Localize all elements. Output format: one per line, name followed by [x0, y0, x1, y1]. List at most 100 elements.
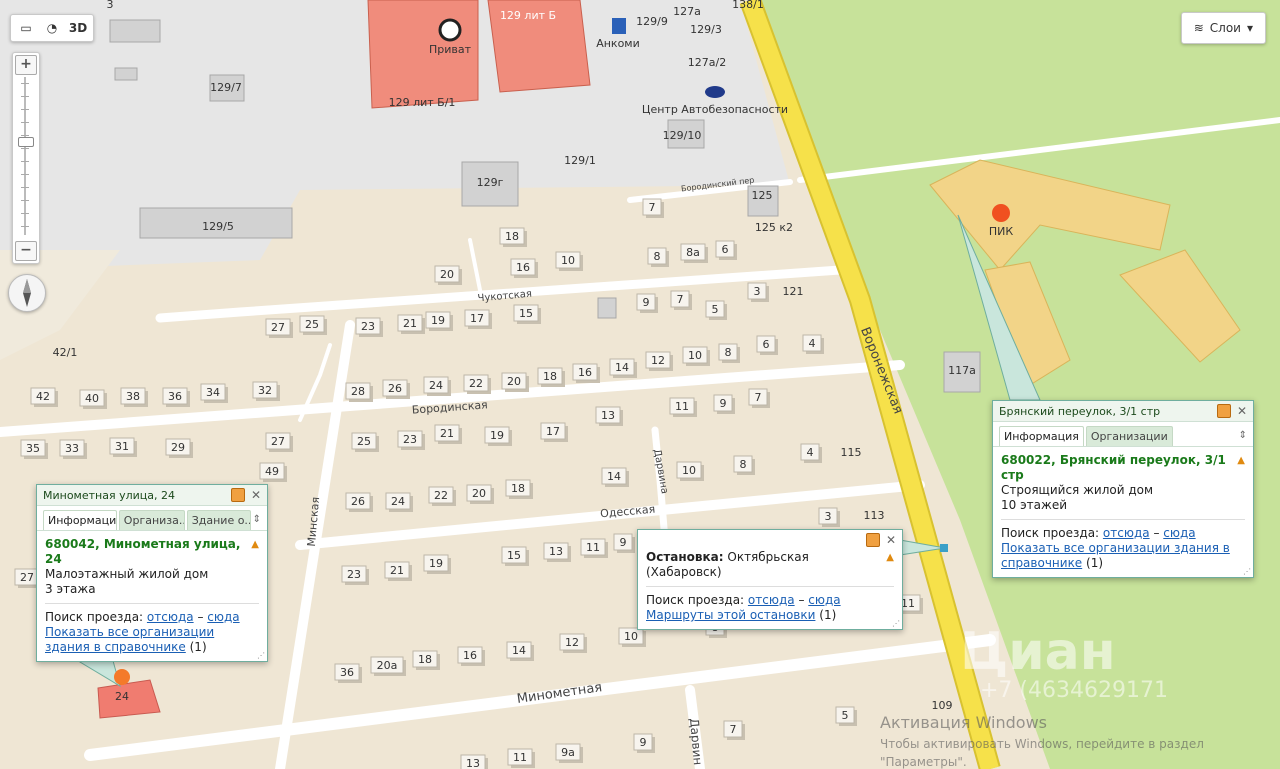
- warning-icon[interactable]: ▲: [886, 550, 894, 565]
- tab-orgs[interactable]: Организации: [1085, 426, 1173, 446]
- house-18[interactable]: 18: [499, 227, 527, 247]
- map-label-b129litB[interactable]: 129 лит Б: [500, 9, 556, 22]
- house-19[interactable]: 19: [484, 426, 512, 446]
- house-14[interactable]: 14: [506, 641, 534, 661]
- house-24[interactable]: 24: [385, 492, 413, 512]
- house-17[interactable]: 17: [540, 422, 568, 442]
- map-label-b125[interactable]: 125: [752, 189, 773, 202]
- privat-poi-icon[interactable]: [438, 18, 462, 42]
- measure-icon[interactable]: ◔: [39, 16, 65, 40]
- house-27[interactable]: 27: [265, 432, 293, 452]
- map-label-b129g[interactable]: 129г: [477, 176, 504, 189]
- route-from-link[interactable]: отсюда: [1103, 526, 1150, 540]
- house-17[interactable]: 17: [464, 309, 492, 329]
- map-label-pik[interactable]: ПИК: [989, 225, 1014, 238]
- house-7[interactable]: 7: [642, 198, 664, 218]
- house-13[interactable]: 13: [595, 406, 623, 426]
- house-20а[interactable]: 20а: [370, 656, 406, 676]
- house-16[interactable]: 16: [510, 258, 538, 278]
- map-label-b129_3[interactable]: 129/3: [690, 23, 722, 36]
- map-label-b115[interactable]: 115: [841, 446, 862, 459]
- stop-routes-link[interactable]: Маршруты этой остановки: [646, 608, 815, 622]
- tab-info[interactable]: Информация: [43, 510, 117, 530]
- warning-icon[interactable]: ▲: [1237, 453, 1245, 468]
- house-26[interactable]: 26: [382, 379, 410, 399]
- house-21[interactable]: 21: [434, 424, 462, 444]
- house-49[interactable]: 49: [259, 462, 287, 482]
- house-9а[interactable]: 9а: [555, 743, 583, 763]
- house-4[interactable]: 4: [802, 334, 824, 354]
- house-10[interactable]: 10: [676, 461, 704, 481]
- pin-icon[interactable]: [1216, 404, 1231, 418]
- map-label-b129_1[interactable]: 129/1: [564, 154, 596, 167]
- house-42[interactable]: 42: [30, 387, 58, 407]
- centr-avto-poi-icon[interactable]: [705, 86, 725, 98]
- pin-icon[interactable]: [230, 488, 245, 502]
- house-8[interactable]: 8: [733, 455, 755, 475]
- map-label-b129_5[interactable]: 129/5: [202, 220, 234, 233]
- house-15[interactable]: 15: [513, 304, 541, 324]
- house-9[interactable]: 9: [633, 733, 655, 753]
- map-label-b3top[interactable]: 3: [107, 0, 114, 11]
- house-10[interactable]: 10: [682, 346, 710, 366]
- route-to-link[interactable]: сюда: [207, 610, 239, 624]
- zoom-out-button[interactable]: −: [15, 241, 37, 261]
- house-33[interactable]: 33: [59, 439, 87, 459]
- house-18[interactable]: 18: [412, 650, 440, 670]
- house-11[interactable]: 11: [507, 748, 535, 768]
- map-label-b109[interactable]: 109: [932, 699, 953, 712]
- tab-building[interactable]: Здание о...: [186, 510, 251, 530]
- zoom-slider-handle[interactable]: [18, 137, 34, 147]
- house-20[interactable]: 20: [466, 484, 494, 504]
- house-20[interactable]: 20: [501, 372, 529, 392]
- close-icon[interactable]: ✕: [251, 488, 261, 502]
- house-10[interactable]: 10: [618, 627, 646, 647]
- house-20[interactable]: 20: [434, 265, 462, 285]
- house-36[interactable]: 36: [334, 663, 362, 683]
- house-18[interactable]: 18: [537, 367, 565, 387]
- house-25[interactable]: 25: [351, 432, 379, 452]
- layers-button[interactable]: ≋ Слои ▾: [1180, 12, 1266, 44]
- house-8[interactable]: 8: [647, 247, 669, 267]
- house-12[interactable]: 12: [559, 633, 587, 653]
- house-5[interactable]: 5: [705, 300, 727, 320]
- map-label-b129_9[interactable]: 129/9: [636, 15, 668, 28]
- map-label-b127a2[interactable]: 127а/2: [688, 56, 726, 69]
- house-14[interactable]: 14: [609, 358, 637, 378]
- map-label-ankomi[interactable]: Анкоми: [596, 37, 640, 50]
- house-12[interactable]: 12: [645, 351, 673, 371]
- house-29[interactable]: 29: [165, 438, 193, 458]
- warning-icon[interactable]: ▲: [251, 537, 259, 552]
- house-24[interactable]: 24: [423, 376, 451, 396]
- house-21[interactable]: 21: [397, 314, 425, 334]
- house-23[interactable]: 23: [397, 430, 425, 450]
- pik-poi-icon[interactable]: [992, 204, 1010, 222]
- house-9[interactable]: 9: [636, 293, 658, 313]
- zoom-in-button[interactable]: +: [15, 55, 37, 75]
- house-32[interactable]: 32: [252, 381, 280, 401]
- map-label-b129_7[interactable]: 129/7: [210, 81, 242, 94]
- compass-icon[interactable]: [8, 274, 46, 312]
- house-18[interactable]: 18: [505, 479, 533, 499]
- house-5[interactable]: 5: [835, 706, 857, 726]
- house-6[interactable]: 6: [715, 240, 737, 260]
- map-label-b121[interactable]: 121: [783, 285, 804, 298]
- ruler-icon[interactable]: ▭: [13, 16, 39, 40]
- bus-stop-icon[interactable]: [940, 544, 948, 552]
- pin-marker-icon[interactable]: [114, 669, 130, 685]
- resize-handle[interactable]: ⋰: [892, 619, 900, 628]
- house-7[interactable]: 7: [723, 720, 745, 740]
- house-4[interactable]: 4: [800, 443, 822, 463]
- close-icon[interactable]: ✕: [886, 533, 896, 547]
- all-orgs-link[interactable]: Показать все организации здания в справо…: [1001, 541, 1230, 570]
- house-13[interactable]: 13: [460, 754, 488, 769]
- house-36[interactable]: 36: [162, 387, 190, 407]
- route-to-link[interactable]: сюда: [808, 593, 840, 607]
- house-16[interactable]: 16: [572, 363, 600, 383]
- house-16[interactable]: 16: [457, 646, 485, 666]
- house-7[interactable]: 7: [670, 290, 692, 310]
- tab-orgs[interactable]: Организа...: [118, 510, 185, 530]
- house-23[interactable]: 23: [355, 317, 383, 337]
- house-23[interactable]: 23: [341, 565, 369, 585]
- house-10[interactable]: 10: [555, 251, 583, 271]
